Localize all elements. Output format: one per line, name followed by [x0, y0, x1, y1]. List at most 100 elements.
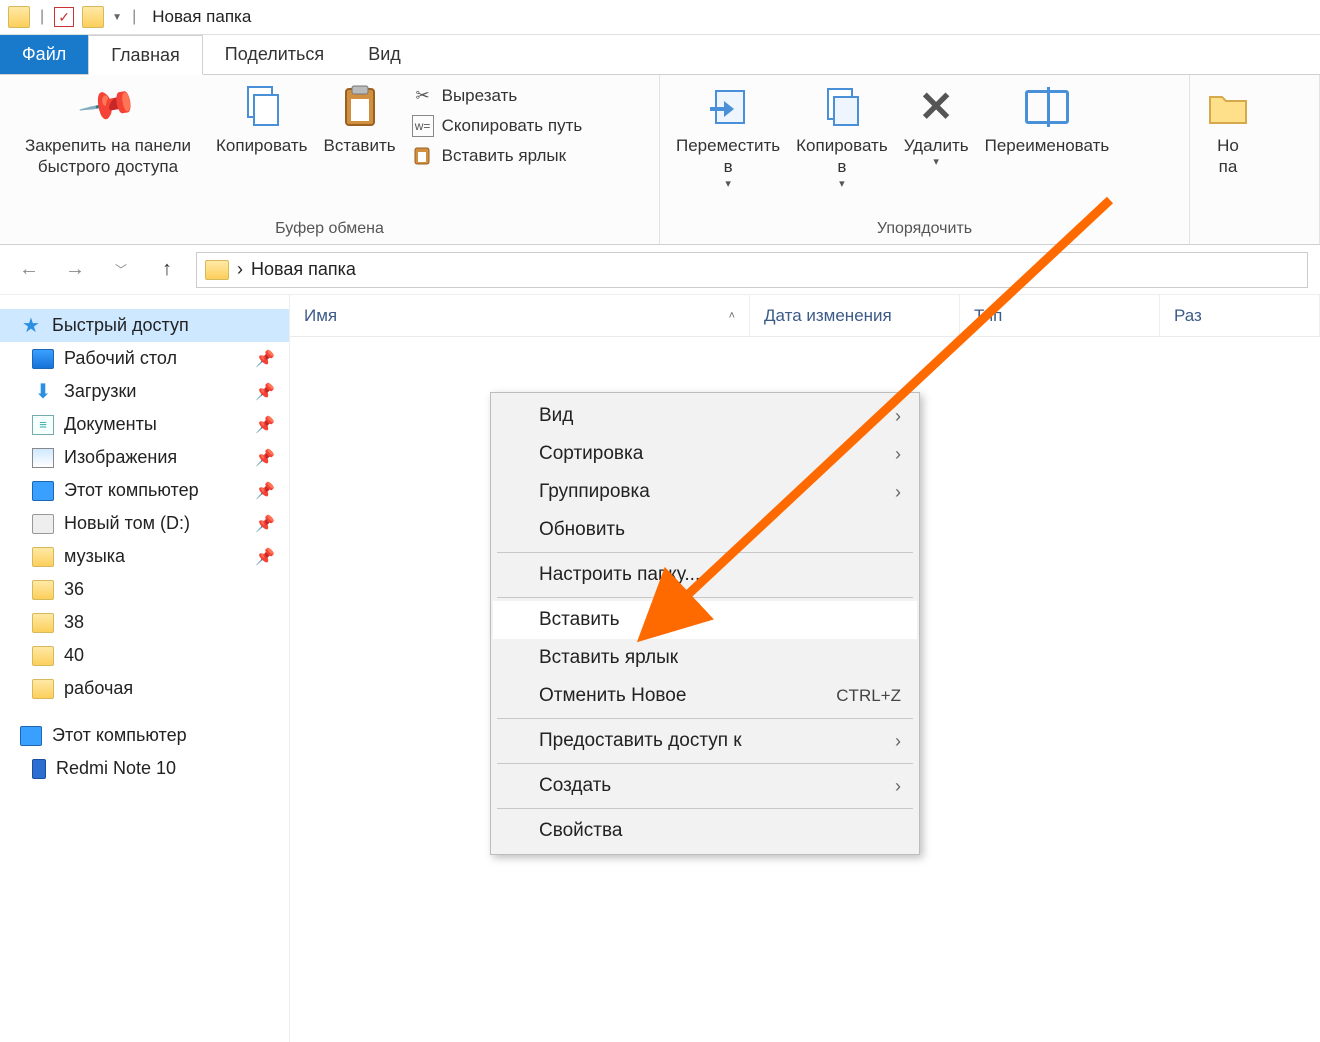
- cm-group[interactable]: Группировка ›: [493, 473, 917, 511]
- column-name[interactable]: Имя ˄: [290, 295, 750, 336]
- copy-to-icon: [820, 85, 864, 129]
- column-type[interactable]: Тип: [960, 295, 1160, 336]
- sidebar-item-images[interactable]: Изображения 📌: [0, 441, 289, 474]
- move-to-button[interactable]: Переместить в ▾: [668, 81, 788, 195]
- pin-to-quick-access-button[interactable]: 📌 Закрепить на панели быстрого доступа: [8, 81, 208, 182]
- qat-separator: |: [40, 8, 44, 26]
- paste-button[interactable]: Вставить: [316, 81, 404, 160]
- qat-properties-icon[interactable]: ✓: [54, 7, 74, 27]
- nav-history-dropdown[interactable]: ﹀: [104, 253, 138, 287]
- pin-icon: 📌: [255, 415, 275, 435]
- pin-icon: 📌: [86, 85, 130, 129]
- pc-icon: [32, 481, 54, 501]
- window-title: Новая папка: [152, 7, 251, 27]
- nav-back-button[interactable]: ←: [12, 253, 46, 287]
- nav-forward-button[interactable]: →: [58, 253, 92, 287]
- cm-separator: [497, 597, 913, 598]
- sidebar-item-36[interactable]: 36: [0, 573, 289, 606]
- cm-refresh[interactable]: Обновить: [493, 511, 917, 549]
- pin-icon: 📌: [255, 481, 275, 501]
- sidebar-quick-access[interactable]: ★ Быстрый доступ: [0, 309, 289, 342]
- chevron-right-icon: ›: [895, 482, 901, 503]
- qat-separator-2: |: [132, 8, 136, 26]
- copy-path-icon: w=: [412, 115, 434, 137]
- chevron-down-icon: ▾: [933, 156, 939, 170]
- folder-icon: [32, 547, 54, 567]
- copy-button[interactable]: Копировать: [208, 81, 316, 160]
- cm-sort[interactable]: Сортировка ›: [493, 435, 917, 473]
- cm-paste-shortcut[interactable]: Вставить ярлык: [493, 639, 917, 677]
- document-icon: ≡: [32, 415, 54, 435]
- pc-icon: [20, 726, 42, 746]
- copy-path-button[interactable]: w= Скопировать путь: [412, 115, 583, 137]
- chevron-down-icon: ▾: [839, 178, 845, 192]
- breadcrumb-folder-icon: [205, 260, 229, 280]
- paste-shortcut-button[interactable]: Вставить ярлык: [412, 145, 583, 167]
- folder-icon: [32, 580, 54, 600]
- sidebar-this-pc[interactable]: Этот компьютер: [0, 719, 289, 752]
- sidebar-item-working[interactable]: рабочая: [0, 672, 289, 705]
- navigation-pane: ★ Быстрый доступ Рабочий стол 📌 ⬇ Загруз…: [0, 295, 290, 1042]
- sidebar-item-phone[interactable]: Redmi Note 10: [0, 752, 289, 785]
- chevron-right-icon: ›: [895, 406, 901, 427]
- rename-button[interactable]: Переименовать: [977, 81, 1118, 160]
- title-bar: | ✓ ▼ | Новая папка: [0, 0, 1320, 35]
- desktop-icon: [32, 349, 54, 369]
- tab-home[interactable]: Главная: [88, 35, 203, 75]
- organize-group-label: Упорядочить: [660, 216, 1189, 244]
- column-date[interactable]: Дата изменения: [750, 295, 960, 336]
- cm-new[interactable]: Создать ›: [493, 767, 917, 805]
- tab-share[interactable]: Поделиться: [203, 35, 346, 74]
- breadcrumb[interactable]: › Новая папка: [196, 252, 1308, 288]
- cm-paste[interactable]: Вставить: [493, 601, 917, 639]
- pin-icon: 📌: [255, 547, 275, 567]
- column-size[interactable]: Раз: [1160, 295, 1320, 336]
- tab-file[interactable]: Файл: [0, 35, 88, 74]
- sort-caret-icon: ˄: [729, 310, 735, 322]
- chevron-right-icon: ›: [895, 776, 901, 797]
- sidebar-item-documents[interactable]: ≡ Документы 📌: [0, 408, 289, 441]
- chevron-right-icon: ›: [895, 731, 901, 752]
- pin-icon: 📌: [255, 382, 275, 402]
- breadcrumb-sep: ›: [237, 259, 243, 280]
- ribbon: 📌 Закрепить на панели быстрого доступа К…: [0, 75, 1320, 245]
- folder-icon: [32, 613, 54, 633]
- context-menu: Вид › Сортировка › Группировка › Обновит…: [490, 392, 920, 855]
- new-folder-icon: [1206, 85, 1250, 129]
- new-folder-button[interactable]: Но па: [1198, 81, 1258, 182]
- nav-up-button[interactable]: ↑: [150, 253, 184, 287]
- pin-icon: 📌: [255, 448, 275, 468]
- tab-view[interactable]: Вид: [346, 35, 423, 74]
- cm-share-access[interactable]: Предоставить доступ к ›: [493, 722, 917, 760]
- chevron-right-icon: ›: [895, 444, 901, 465]
- delete-button[interactable]: ✕ Удалить ▾: [896, 81, 977, 174]
- paste-icon: [338, 85, 382, 129]
- cm-properties[interactable]: Свойства: [493, 812, 917, 850]
- sidebar-item-downloads[interactable]: ⬇ Загрузки 📌: [0, 375, 289, 408]
- app-icon: [8, 6, 30, 28]
- copy-icon: [240, 85, 284, 129]
- cm-undo-shortcut: CTRL+Z: [836, 686, 901, 706]
- cm-view[interactable]: Вид ›: [493, 397, 917, 435]
- sidebar-item-40[interactable]: 40: [0, 639, 289, 672]
- sidebar-item-this-pc-qa[interactable]: Этот компьютер 📌: [0, 474, 289, 507]
- sidebar-item-music[interactable]: музыка 📌: [0, 540, 289, 573]
- column-headers: Имя ˄ Дата изменения Тип Раз: [290, 295, 1320, 337]
- cm-customize-folder[interactable]: Настроить папку...: [493, 556, 917, 594]
- cm-separator: [497, 718, 913, 719]
- qat-dropdown-icon[interactable]: ▼: [112, 12, 122, 23]
- ribbon-tabs: Файл Главная Поделиться Вид: [0, 35, 1320, 75]
- cm-undo[interactable]: Отменить Новое CTRL+Z: [493, 677, 917, 715]
- sidebar-item-drive-d[interactable]: Новый том (D:) 📌: [0, 507, 289, 540]
- sidebar-item-desktop[interactable]: Рабочий стол 📌: [0, 342, 289, 375]
- ribbon-group-new: Но па: [1190, 75, 1320, 244]
- copy-to-button[interactable]: Копировать в ▾: [788, 81, 896, 195]
- breadcrumb-current[interactable]: Новая папка: [251, 259, 356, 280]
- cut-button[interactable]: ✂ Вырезать: [412, 85, 583, 107]
- pin-label: Закрепить на панели быстрого доступа: [25, 135, 191, 178]
- folder-icon: [32, 646, 54, 666]
- qat-folder-icon[interactable]: [82, 6, 104, 28]
- rename-icon: [1025, 85, 1069, 129]
- sidebar-item-38[interactable]: 38: [0, 606, 289, 639]
- paste-label: Вставить: [324, 135, 396, 156]
